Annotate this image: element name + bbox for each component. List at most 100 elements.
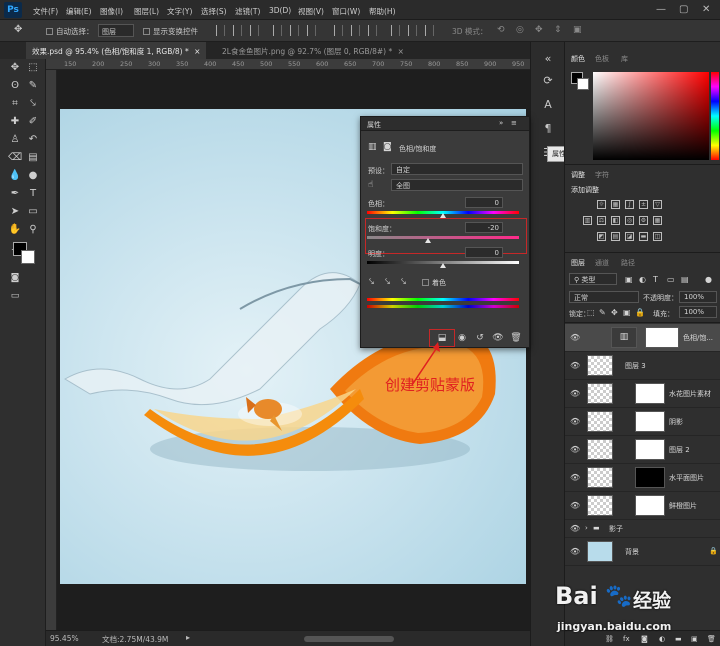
type-tool-icon[interactable]: T — [26, 187, 40, 201]
gradient-tool-icon[interactable]: ▤ — [26, 151, 40, 165]
gradient-map-icon[interactable]: ▬ — [639, 232, 648, 241]
layer-name[interactable]: 色相/饱... — [683, 333, 713, 343]
expand-arrow-icon[interactable]: › — [585, 524, 588, 532]
exposure-icon[interactable]: ± — [639, 200, 648, 209]
menu-type[interactable]: 文字(Y) — [167, 6, 192, 17]
tab-paths[interactable]: 路径 — [621, 258, 635, 268]
brightness-icon[interactable]: ☼ — [597, 200, 606, 209]
history-icon[interactable]: ⟳ — [541, 74, 555, 88]
background-color-swatch[interactable] — [21, 250, 35, 264]
colorize-checkbox[interactable]: 着色 — [422, 278, 446, 288]
align-top-icon[interactable] — [216, 25, 225, 36]
blend-mode-select[interactable]: 正常 — [569, 291, 639, 303]
tab-color[interactable]: 颜色 — [571, 54, 585, 64]
dodge-tool-icon[interactable]: ● — [26, 169, 40, 183]
threshold-icon[interactable]: ◪ — [625, 232, 634, 241]
collapse-arrows-icon[interactable]: « — [541, 52, 555, 66]
layer-mask-thumb[interactable] — [635, 383, 665, 404]
layer-name[interactable]: 背景 — [625, 547, 639, 557]
align-bottom-icon[interactable] — [250, 25, 259, 36]
quick-select-tool-icon[interactable]: ✎ — [26, 79, 40, 93]
hue-strip[interactable] — [711, 72, 719, 160]
distribute-center-icon[interactable] — [408, 25, 417, 36]
collapse-icon[interactable]: » — [499, 119, 503, 127]
layer-name[interactable]: 影子 — [609, 524, 623, 534]
lock-image-icon[interactable]: ✎ — [599, 308, 606, 317]
align-middle-icon[interactable] — [233, 25, 242, 36]
layer-mask-thumb[interactable] — [635, 439, 665, 460]
hue-saturation-icon[interactable]: ▥ — [583, 216, 592, 225]
distribute-top-icon[interactable] — [334, 25, 343, 36]
hue-value[interactable]: 0 — [465, 197, 503, 208]
photo-filter-icon[interactable]: ◎ — [625, 216, 634, 225]
blur-tool-icon[interactable]: 💧 — [8, 169, 22, 183]
minimize-icon[interactable]: — — [656, 4, 666, 15]
3d-slide-icon[interactable]: ⇕ — [554, 25, 562, 35]
character-icon[interactable]: A — [541, 98, 555, 112]
screen-mode-icon[interactable]: ▭ — [8, 289, 22, 303]
background-swatch[interactable] — [577, 78, 589, 90]
layer-name[interactable]: 图层 3 — [625, 361, 646, 371]
selective-color-icon[interactable]: ◫ — [653, 232, 662, 241]
layer-name[interactable]: 鲜橙图片 — [669, 501, 697, 511]
reset-icon[interactable]: ↺ — [474, 332, 486, 344]
lightness-slider-thumb[interactable] — [440, 263, 446, 268]
properties-panel[interactable]: 属性 ≡ » ▥ ◙ 色相/饱和度 预设： 自定 ☝ 全图 色相： 0 饱和度：… — [360, 116, 530, 348]
path-select-tool-icon[interactable]: ➤ — [8, 205, 22, 219]
quick-mask-icon[interactable]: ◙ — [8, 271, 22, 285]
channel-select[interactable]: 全图 — [391, 179, 523, 191]
move-tool-icon[interactable]: ✥ — [8, 61, 22, 75]
levels-icon[interactable]: ▦ — [611, 200, 620, 209]
eyedropper-subtract-icon[interactable]: ⤥ — [401, 277, 406, 287]
filter-shape-icon[interactable]: ▭ — [667, 275, 675, 284]
layer-name[interactable]: 阴影 — [669, 417, 683, 427]
filter-type-icon[interactable]: T — [653, 275, 658, 284]
saturation-slider-thumb[interactable] — [425, 238, 431, 243]
menu-window[interactable]: 窗口(W) — [332, 6, 360, 17]
lasso-tool-icon[interactable]: ʘ — [8, 79, 22, 93]
vibrance-icon[interactable]: ▽ — [653, 200, 662, 209]
color-balance-icon[interactable]: ⚖ — [597, 216, 606, 225]
pen-tool-icon[interactable]: ✒ — [8, 187, 22, 201]
shape-tool-icon[interactable]: ▭ — [26, 205, 40, 219]
lightness-value[interactable]: 0 — [465, 247, 503, 258]
paragraph-icon[interactable]: ¶ — [541, 122, 555, 136]
zoom-tool-icon[interactable]: ⚲ — [26, 223, 40, 237]
eye-icon[interactable]: 👁 — [570, 547, 580, 557]
layer-name[interactable]: 图层 2 — [669, 445, 690, 455]
filter-pixel-icon[interactable]: ▣ — [625, 275, 633, 284]
visibility-icon[interactable]: 👁 — [492, 332, 504, 344]
tab-swatches[interactable]: 色板 — [595, 54, 609, 64]
opacity-field[interactable]: 100% — [679, 291, 717, 303]
distribute-left-icon[interactable] — [391, 25, 400, 36]
align-center-icon[interactable] — [290, 25, 299, 36]
history-brush-tool-icon[interactable]: ↶ — [26, 133, 40, 147]
auto-select-checkbox[interactable]: 自动选择： — [46, 26, 94, 37]
black-white-icon[interactable]: ◧ — [611, 216, 620, 225]
lock-all-icon[interactable]: 🔒 — [635, 308, 645, 317]
view-previous-icon[interactable]: ◉ — [456, 332, 468, 344]
tab-goldfish-png[interactable]: 2L食金鱼图片.png @ 92.7% (图层 0, RGB/8#) * × — [216, 42, 416, 59]
filter-smart-icon[interactable]: ▤ — [681, 275, 689, 284]
tab-layers[interactable]: 图层 — [571, 258, 585, 268]
eye-icon[interactable]: 👁 — [570, 361, 580, 371]
layer-row-orange[interactable]: 👁 鲜橙图片 — [565, 492, 720, 520]
status-arrow-icon[interactable]: ▸ — [186, 633, 190, 642]
layer-filter-kind[interactable]: ⚲ 类型 — [569, 273, 617, 285]
align-right-icon[interactable] — [307, 25, 316, 36]
menu-file[interactable]: 文件(F) — [33, 6, 58, 17]
eye-icon[interactable]: 👁 — [570, 417, 580, 427]
3d-scale-icon[interactable]: ▣ — [573, 25, 582, 35]
close-icon[interactable]: ✕ — [702, 4, 710, 15]
layer-mask-thumb[interactable] — [635, 411, 665, 432]
crop-tool-icon[interactable]: ⌗ — [8, 97, 22, 111]
properties-header[interactable]: 属性 ≡ » — [361, 117, 529, 131]
3d-roll-icon[interactable]: ◎ — [516, 25, 524, 35]
layer-name[interactable]: 水花图片素材 — [669, 389, 711, 399]
eye-icon[interactable]: 👁 — [570, 333, 580, 343]
tab-close-icon[interactable]: × — [194, 47, 200, 56]
layer-row-water-surface[interactable]: 👁 水平面图片 — [565, 464, 720, 492]
eyedropper-add-icon[interactable]: ⤥ — [385, 277, 390, 287]
3d-rotate-icon[interactable]: ⟲ — [497, 25, 505, 35]
eye-icon[interactable]: 👁 — [570, 389, 580, 399]
